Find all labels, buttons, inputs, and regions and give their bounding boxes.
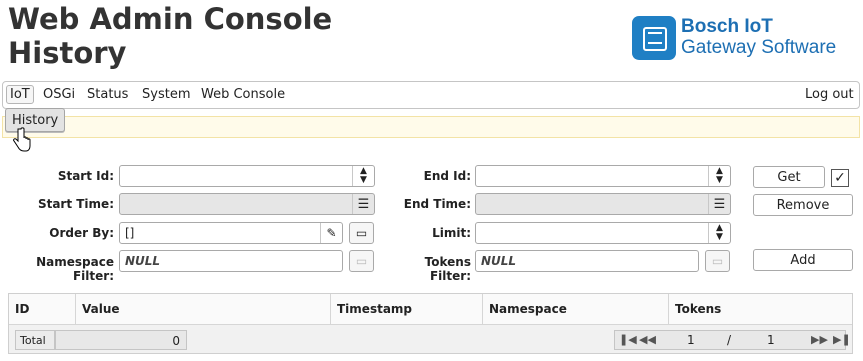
limit-input[interactable]: ▲ ▼ <box>475 222 731 244</box>
order-by-input[interactable]: [] ✎ <box>119 222 343 244</box>
start-id-label: Start Id: <box>57 169 114 183</box>
tokens-filter-input[interactable]: NULL <box>475 250 699 272</box>
checkmark-icon: ✓ <box>834 170 846 186</box>
page-separator: / <box>727 333 732 347</box>
prev-page-icon[interactable]: ◀◀ <box>639 333 656 346</box>
brand-name-line-2: Gateway Software <box>681 37 837 58</box>
page-title: Web Admin Console History <box>8 2 332 70</box>
next-page-icon[interactable]: ▶▶ <box>811 333 828 346</box>
add-button[interactable]: Add <box>753 249 853 271</box>
title-line-2: History <box>8 36 127 70</box>
hand-cursor-icon <box>13 127 31 152</box>
start-time-input[interactable]: ☰ <box>119 193 375 215</box>
pagination: ❚◀ ◀◀ 1 / 1 ▶▶ ▶❚ <box>614 330 851 350</box>
order-by-label: Order By: <box>49 226 114 240</box>
start-id-spinner-icon[interactable]: ▲ ▼ <box>352 166 374 186</box>
menu-item-osgi[interactable]: OSGi <box>43 87 75 102</box>
column-header-value[interactable]: Value <box>76 294 331 325</box>
end-time-input[interactable]: ☰ <box>475 193 731 215</box>
column-header-tokens[interactable]: Tokens <box>669 294 852 325</box>
end-id-label: End Id: <box>423 169 471 183</box>
brand-name-line-1: Bosch IoT <box>681 16 773 37</box>
limit-label: Limit: <box>432 226 471 240</box>
start-id-input[interactable]: ▲ ▼ <box>119 165 375 187</box>
end-id-spinner-icon[interactable]: ▲ ▼ <box>708 166 730 186</box>
total-label: Total <box>15 330 55 350</box>
table-header: ID Value Timestamp Namespace Tokens <box>9 294 852 325</box>
column-header-namespace[interactable]: Namespace <box>483 294 669 325</box>
tokens-filter-label: Tokens Filter: <box>424 255 471 283</box>
main-menu-bar: IoT OSGi Status System Web Console Log o… <box>2 81 860 109</box>
start-time-label: Start Time: <box>37 197 114 211</box>
column-header-timestamp[interactable]: Timestamp <box>331 294 483 325</box>
pencil-icon[interactable]: ✎ <box>320 223 342 243</box>
namespace-filter-clear-eraser-icon[interactable]: ▭ <box>349 250 374 272</box>
order-by-clear-eraser-icon[interactable]: ▭ <box>349 222 374 244</box>
remove-button[interactable]: Remove <box>753 194 853 216</box>
tokens-filter-clear-eraser-icon[interactable]: ▭ <box>705 250 730 272</box>
current-page[interactable]: 1 <box>687 333 695 347</box>
menu-item-status[interactable]: Status <box>87 87 128 102</box>
brand-logo-block: Bosch IoT Gateway Software <box>632 14 860 62</box>
menu-item-iot[interactable]: IoT <box>6 85 34 104</box>
total-value: 0 <box>55 330 187 350</box>
limit-spinner-icon[interactable]: ▲ ▼ <box>708 223 730 243</box>
title-line-1: Web Admin Console <box>8 2 333 36</box>
logout-link[interactable]: Log out <box>805 87 854 102</box>
history-table: ID Value Timestamp Namespace Tokens Tota… <box>8 293 853 354</box>
menu-item-web-console[interactable]: Web Console <box>201 87 285 102</box>
start-time-menu-icon[interactable]: ☰ <box>352 194 374 214</box>
end-id-input[interactable]: ▲ ▼ <box>475 165 731 187</box>
order-by-value: [] <box>125 226 135 240</box>
end-time-label: End Time: <box>403 197 471 211</box>
end-time-menu-icon[interactable]: ☰ <box>708 194 730 214</box>
table-footer: Total 0 ❚◀ ◀◀ 1 / 1 ▶▶ ▶❚ <box>9 325 852 353</box>
get-auto-checkbox[interactable]: ✓ <box>831 169 849 187</box>
namespace-filter-input[interactable]: NULL <box>119 250 343 272</box>
get-button[interactable]: Get <box>753 166 825 188</box>
submenu-bar <box>2 116 860 138</box>
last-page-icon[interactable]: ▶❚ <box>833 333 851 346</box>
column-header-id[interactable]: ID <box>9 294 76 325</box>
total-pages: 1 <box>767 333 775 347</box>
bosch-logo-icon <box>632 16 676 60</box>
first-page-icon[interactable]: ❚◀ <box>619 333 637 346</box>
namespace-filter-label: Namespace Filter: <box>36 255 114 283</box>
menu-item-system[interactable]: System <box>142 87 190 102</box>
